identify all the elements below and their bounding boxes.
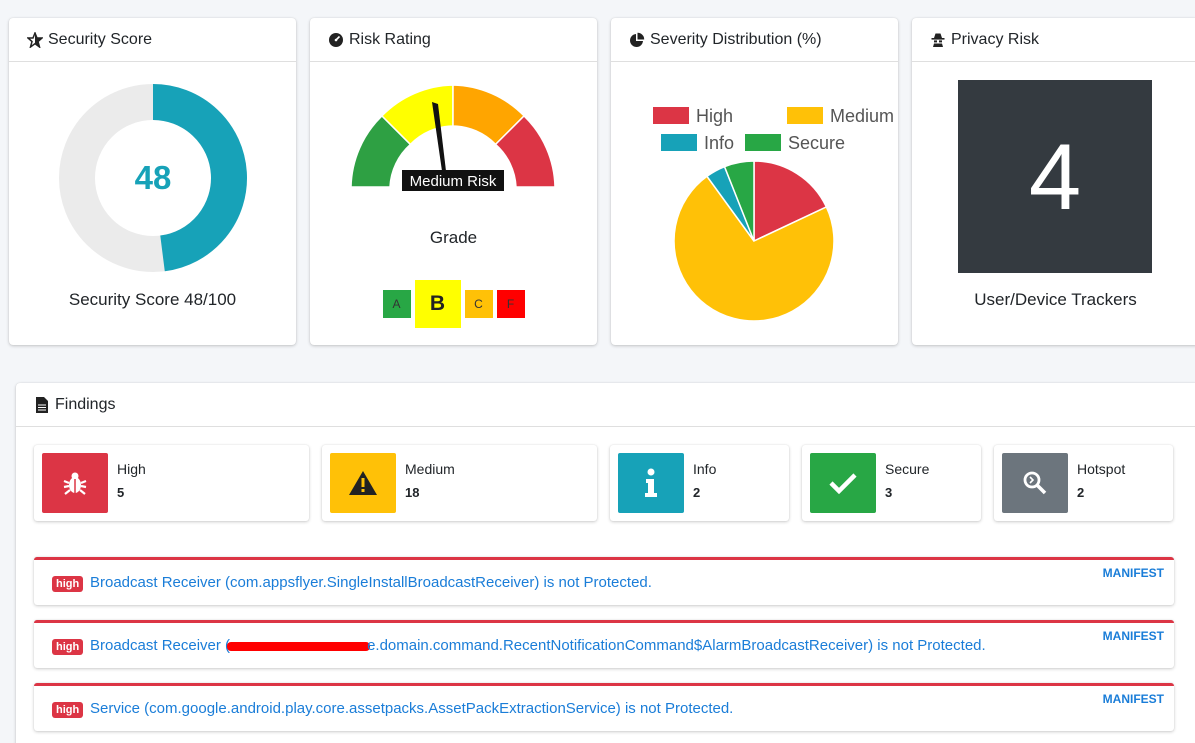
grade-row: A B C F — [310, 280, 597, 328]
finding-tag[interactable]: MANIFEST — [1103, 629, 1164, 643]
search-icon — [1002, 453, 1068, 513]
stat-medium-label: Medium — [405, 461, 455, 477]
stat-high[interactable]: High 5 — [34, 445, 309, 521]
legend-item-medium[interactable]: Medium — [787, 106, 894, 126]
security-score-card: Security Score 48 Security Score 48/100 — [9, 18, 296, 345]
finding-tag[interactable]: MANIFEST — [1103, 566, 1164, 580]
legend-label: Secure — [788, 133, 845, 153]
stat-secure-label: Secure — [885, 461, 930, 477]
legend-item-high[interactable]: High — [653, 106, 733, 126]
stat-high-label: High — [117, 461, 146, 477]
finding-item[interactable]: high Service (com.google.android.play.co… — [34, 683, 1174, 731]
findings-card: Findings High 5 Medium 18 Info 2 Secure … — [16, 383, 1195, 743]
legend-item-secure[interactable]: Secure — [745, 133, 845, 153]
grade-b: B — [414, 280, 461, 328]
legend-swatch — [745, 134, 781, 151]
severity-badge: high — [52, 702, 84, 718]
legend-label: Info — [704, 133, 734, 153]
star-icon — [27, 31, 43, 48]
legend-label: High — [696, 106, 733, 126]
severity-badge: high — [52, 639, 84, 655]
stat-info[interactable]: Info 2 — [610, 445, 789, 521]
finding-link[interactable]: Broadcast Receiver (com.appsflyer.Single… — [90, 574, 652, 591]
privacy-title: Privacy Risk — [951, 30, 1040, 48]
legend-item-info[interactable]: Info — [661, 133, 734, 153]
findings-title: Findings — [55, 395, 116, 413]
grade-f: F — [496, 290, 525, 318]
warning-icon — [330, 453, 396, 513]
legend-swatch — [653, 107, 689, 124]
risk-rating-title: Risk Rating — [349, 30, 431, 48]
findings-header: Findings — [16, 383, 1195, 427]
finding-tag[interactable]: MANIFEST — [1103, 692, 1164, 706]
security-score-value: 48 — [134, 159, 172, 196]
risk-gauge: Medium Risk — [350, 84, 556, 191]
bug-icon — [42, 453, 108, 513]
stat-hotspot[interactable]: Hotspot 2 — [994, 445, 1173, 521]
severity-header: Severity Distribution (%) — [611, 18, 898, 62]
privacy-header: Privacy Risk — [912, 18, 1195, 62]
stat-hotspot-label: Hotspot — [1077, 461, 1126, 477]
stat-secure-count: 3 — [885, 485, 893, 500]
severity-badge: high — [52, 576, 84, 592]
tracker-count: 4 — [958, 80, 1152, 273]
severity-card: Severity Distribution (%) High Medium Info… — [611, 18, 898, 345]
spy-icon — [930, 32, 946, 48]
privacy-card: Privacy Risk 4 User/Device Trackers — [912, 18, 1195, 345]
stat-info-label: Info — [693, 461, 717, 477]
stat-medium-count: 18 — [405, 485, 420, 500]
stat-secure[interactable]: Secure 3 — [802, 445, 981, 521]
file-icon — [34, 396, 50, 413]
stat-info-count: 2 — [693, 485, 701, 500]
finding-item[interactable]: high Broadcast Receiver (e.domain.comman… — [34, 620, 1174, 668]
risk-rating-card: Risk Rating Medium Risk Grade A B C F — [310, 18, 597, 345]
redaction-mark — [227, 641, 371, 651]
stat-medium[interactable]: Medium 18 — [322, 445, 597, 521]
finding-item[interactable]: high Broadcast Receiver (com.appsflyer.S… — [34, 557, 1174, 605]
security-score-header: Security Score — [9, 18, 296, 62]
legend-swatch — [661, 134, 697, 151]
finding-link[interactable]: Broadcast Receiver (e.domain.command.Rec… — [90, 637, 986, 654]
check-icon — [810, 453, 876, 513]
stat-hotspot-count: 2 — [1077, 485, 1085, 500]
grade-a: A — [382, 290, 411, 318]
tracker-caption: User/Device Trackers — [974, 290, 1137, 309]
security-score-title: Security Score — [48, 30, 153, 48]
finding-link[interactable]: Service (com.google.android.play.core.as… — [90, 700, 733, 717]
pie-chart-icon — [629, 32, 645, 48]
security-score-caption: Security Score 48/100 — [68, 290, 237, 309]
legend-swatch — [787, 107, 823, 124]
severity-title: Severity Distribution (%) — [650, 30, 822, 48]
severity-pie-chart: High Medium Info Secure — [653, 106, 894, 322]
stat-high-count: 5 — [117, 485, 125, 500]
security-score-donut: 48 — [55, 80, 251, 276]
gauge-icon — [328, 32, 344, 48]
info-icon — [618, 453, 684, 513]
grade-title: Grade — [429, 228, 478, 247]
risk-rating-header: Risk Rating — [310, 18, 597, 62]
grade-c: C — [464, 290, 493, 318]
risk-gauge-label: Medium Risk — [410, 173, 497, 190]
legend-label: Medium — [830, 106, 894, 126]
